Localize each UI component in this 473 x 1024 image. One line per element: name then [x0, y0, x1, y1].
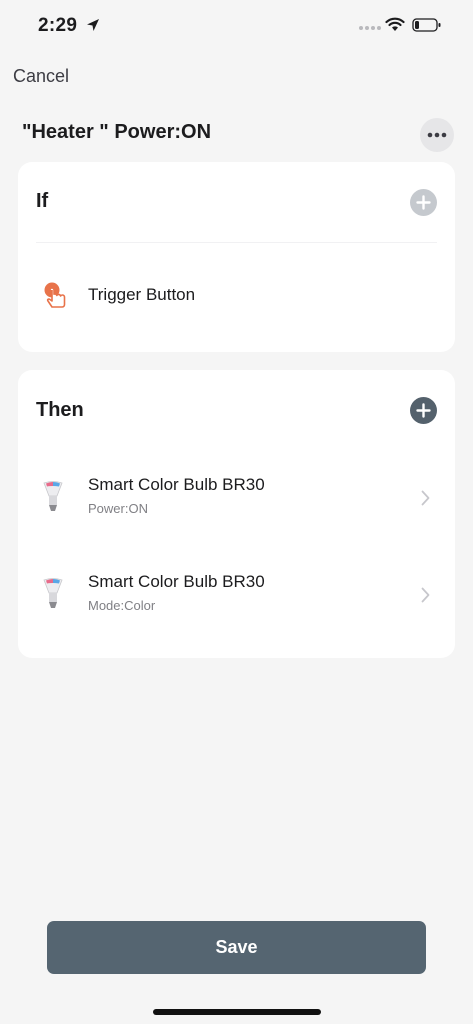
save-button[interactable]: Save [47, 921, 426, 974]
wifi-icon [385, 17, 405, 31]
cellular-signal-icon [359, 26, 381, 30]
bulb-icon [43, 481, 63, 511]
action-title: Smart Color Bulb BR30 [88, 475, 265, 494]
action-row[interactable]: Smart Color Bulb BR30 Mode:Color [18, 559, 455, 631]
then-heading: Then [36, 399, 84, 421]
add-condition-button[interactable] [410, 189, 437, 216]
action-row[interactable]: Smart Color Bulb BR30 Power:ON [18, 462, 455, 534]
status-time: 2:29 [38, 15, 78, 36]
trigger-row[interactable]: Trigger Button [18, 270, 455, 320]
page-title: "Heater " Power:ON [22, 121, 212, 143]
tap-finger-icon [44, 282, 66, 308]
if-card: If Trigger Button [18, 162, 455, 352]
action-title: Smart Color Bulb BR30 [88, 572, 265, 591]
chevron-right-icon [421, 587, 430, 603]
more-options-button[interactable] [420, 118, 454, 152]
chevron-right-icon [421, 490, 430, 506]
more-dots-icon [427, 132, 447, 138]
action-subtitle: Power:ON [88, 501, 148, 516]
action-subtitle: Mode:Color [88, 598, 156, 613]
battery-icon [412, 18, 441, 32]
if-heading: If [36, 190, 49, 212]
location-arrow-icon [87, 19, 99, 31]
status-bar: 2:29 [0, 0, 473, 54]
bulb-icon [43, 578, 63, 608]
cancel-button[interactable]: Cancel [13, 66, 69, 87]
add-action-button[interactable] [410, 397, 437, 424]
home-indicator[interactable] [153, 1009, 321, 1015]
plus-icon [416, 403, 431, 418]
divider [36, 242, 437, 243]
trigger-label: Trigger Button [88, 285, 196, 304]
then-card: Then Smart Color Bulb BR30 Power:ON Smar… [18, 370, 455, 658]
plus-icon [416, 195, 431, 210]
